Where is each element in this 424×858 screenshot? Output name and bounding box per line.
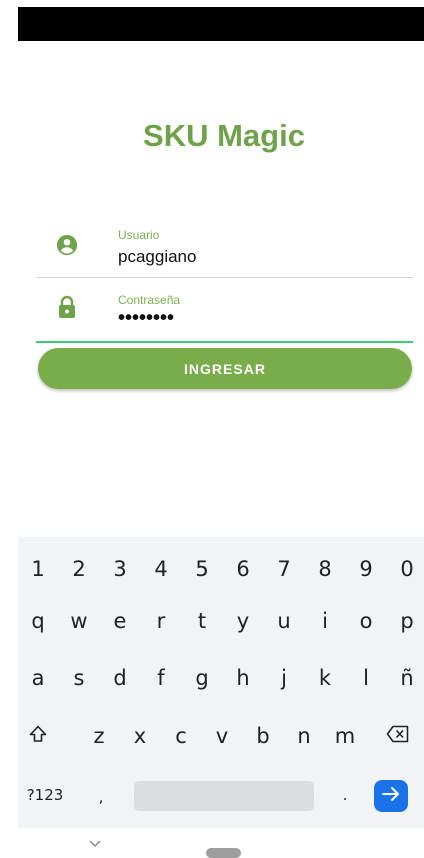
password-input[interactable]: •••••••• bbox=[118, 307, 174, 330]
comma-key[interactable]: , bbox=[82, 775, 120, 819]
lock-icon bbox=[56, 295, 78, 318]
app-title: SKU Magic bbox=[143, 118, 305, 153]
password-field[interactable]: Contraseña •••••••• bbox=[36, 279, 413, 343]
key[interactable]: p bbox=[388, 599, 424, 643]
key[interactable]: e bbox=[101, 599, 139, 643]
shift-icon bbox=[28, 724, 48, 749]
key[interactable]: r bbox=[142, 599, 180, 643]
key[interactable]: w bbox=[60, 599, 98, 643]
key[interactable]: s bbox=[60, 656, 98, 700]
key[interactable]: b bbox=[244, 714, 282, 758]
key[interactable]: f bbox=[142, 656, 180, 700]
keyboard-row-1: q w e r t y u i o p bbox=[18, 599, 424, 643]
key[interactable]: u bbox=[265, 599, 303, 643]
key[interactable]: 6 bbox=[224, 547, 262, 591]
keyboard-row-2: a s d f g h j k l ñ bbox=[18, 656, 424, 700]
key[interactable]: z bbox=[80, 714, 118, 758]
home-gesture-pill[interactable] bbox=[206, 848, 241, 858]
period-key[interactable]: . bbox=[326, 773, 364, 817]
keyboard-row-3: z x c v b n m bbox=[18, 714, 424, 758]
key[interactable]: 4 bbox=[142, 547, 180, 591]
key[interactable]: 7 bbox=[265, 547, 303, 591]
on-screen-keyboard: 1 2 3 4 5 6 7 8 9 0 q w e r t y u i o p … bbox=[18, 537, 424, 828]
key[interactable]: i bbox=[306, 599, 344, 643]
key[interactable]: l bbox=[347, 656, 385, 700]
key[interactable]: ñ bbox=[388, 656, 424, 700]
symbols-key[interactable]: ?123 bbox=[18, 773, 72, 817]
key[interactable]: n bbox=[285, 714, 323, 758]
key[interactable]: t bbox=[183, 599, 221, 643]
key[interactable]: d bbox=[101, 656, 139, 700]
backspace-icon bbox=[386, 724, 410, 748]
key[interactable]: k bbox=[306, 656, 344, 700]
key[interactable]: y bbox=[224, 599, 262, 643]
key[interactable]: j bbox=[265, 656, 303, 700]
key[interactable]: x bbox=[121, 714, 159, 758]
key[interactable]: 8 bbox=[306, 547, 344, 591]
key[interactable]: 0 bbox=[388, 547, 424, 591]
account-circle-icon bbox=[56, 234, 78, 256]
keyboard-row-numbers: 1 2 3 4 5 6 7 8 9 0 bbox=[18, 547, 424, 591]
hide-keyboard-chevron-icon[interactable] bbox=[88, 836, 102, 854]
key[interactable]: 2 bbox=[60, 547, 98, 591]
password-label: Contraseña bbox=[118, 293, 181, 307]
navigation-bar bbox=[0, 828, 424, 858]
enter-key[interactable] bbox=[374, 780, 408, 812]
key[interactable]: 5 bbox=[183, 547, 221, 591]
key[interactable]: m bbox=[326, 714, 364, 758]
key[interactable]: o bbox=[347, 599, 385, 643]
username-field[interactable]: Usuario pcaggiano bbox=[36, 214, 413, 278]
key[interactable]: g bbox=[183, 656, 221, 700]
keyboard-row-bottom: ?123 , . bbox=[18, 777, 424, 821]
key[interactable]: h bbox=[224, 656, 262, 700]
key[interactable]: 9 bbox=[347, 547, 385, 591]
key[interactable]: v bbox=[203, 714, 241, 758]
key[interactable]: q bbox=[19, 599, 57, 643]
username-label: Usuario bbox=[118, 228, 160, 242]
key[interactable]: 3 bbox=[101, 547, 139, 591]
key[interactable]: a bbox=[19, 656, 57, 700]
status-bar bbox=[18, 7, 424, 41]
backspace-key[interactable] bbox=[379, 714, 417, 758]
shift-key[interactable] bbox=[19, 714, 57, 758]
arrow-right-icon bbox=[381, 786, 401, 807]
key[interactable]: 1 bbox=[19, 547, 57, 591]
username-input[interactable]: pcaggiano bbox=[118, 247, 196, 267]
key[interactable]: c bbox=[162, 714, 200, 758]
space-key[interactable] bbox=[134, 781, 314, 811]
login-button[interactable]: INGRESAR bbox=[38, 348, 412, 389]
